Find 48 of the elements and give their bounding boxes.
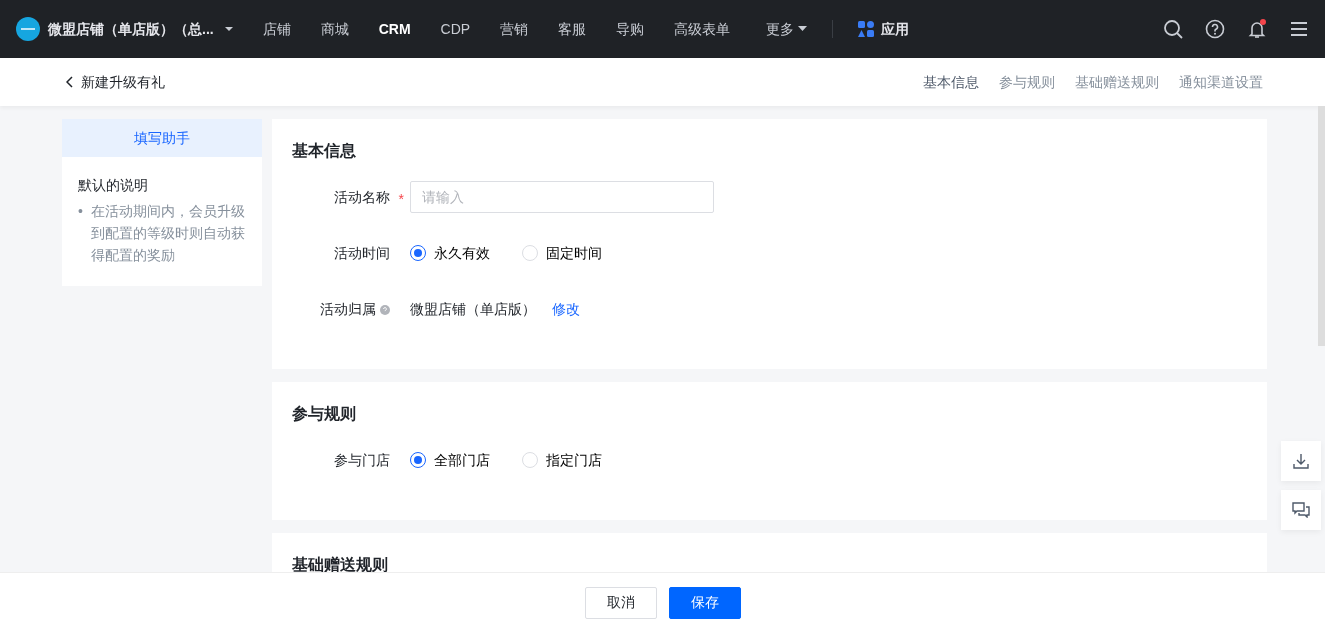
download-button[interactable] [1281,441,1321,481]
menu-icon[interactable] [1289,19,1309,39]
radio-option[interactable]: 永久有效 [410,242,490,264]
radio-option[interactable]: 固定时间 [522,242,602,264]
help-icon[interactable] [1205,19,1225,39]
store-name[interactable]: 微盟店铺（单店版）（总... [48,18,214,40]
section-title: 参与规则 [292,404,357,424]
search-icon[interactable] [1163,19,1183,39]
nav-item[interactable]: 客服 [543,18,602,40]
radio-option[interactable]: 指定门店 [522,449,602,471]
scrollbar[interactable] [1318,106,1325,346]
back-button[interactable]: 新建升级有礼 [66,71,165,93]
bell-icon[interactable] [1247,19,1267,39]
input-field[interactable]: 请输入 [410,181,714,213]
field-label: 参与门店 [334,451,390,468]
field-value: 微盟店铺（单店版） [410,299,536,319]
apps-icon [857,21,874,37]
section-title: 基础赠送规则 [292,555,389,572]
field-label: 活动时间 [334,244,390,261]
nav-item[interactable]: CDP [425,18,486,40]
helper-title: 填写助手 [62,119,262,157]
cancel-button[interactable]: 取消 [584,586,657,619]
more-menu[interactable]: 更多 [751,18,822,40]
save-button[interactable]: 保存 [668,586,741,619]
required-mark: * [398,189,404,209]
nav-item[interactable]: 高级表单 [659,18,746,40]
helper-heading: 默认的说明 [78,176,149,195]
field-label: 活动归属 [320,300,376,317]
nav-item[interactable]: 导购 [601,18,660,40]
nav-item[interactable]: CRM [363,18,426,40]
back-icon [66,76,74,88]
edit-link[interactable]: 修改 [552,298,580,320]
chat-button[interactable] [1281,490,1321,530]
caret-icon [797,26,807,32]
bullet-mark: • [78,201,84,221]
nav-item[interactable]: 商城 [305,18,364,40]
radio-option[interactable]: 全部门店 [410,449,490,471]
chat-icon [1292,502,1310,518]
nav-item[interactable]: 营销 [485,18,544,40]
download-icon [1293,453,1309,469]
apps-button[interactable]: 应用 [842,18,924,40]
logo-icon [16,17,40,41]
field-label: 活动名称 [334,188,390,205]
anchor-link[interactable]: 基本信息 [923,71,979,93]
nav-item[interactable]: 店铺 [247,18,306,40]
section-title: 基本信息 [292,141,357,161]
helper-note: 在活动期间内，会员升级到配置的等级时则自动获得配置的奖励 [91,201,246,265]
caret-icon[interactable] [223,26,234,32]
